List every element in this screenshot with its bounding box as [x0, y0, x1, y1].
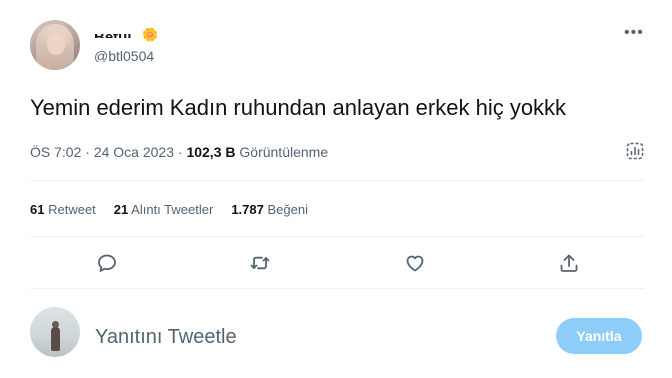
- likes-count: 1.787: [231, 202, 264, 217]
- heart-icon[interactable]: [404, 252, 426, 274]
- likes-label: Beğeni: [267, 202, 308, 217]
- analytics-icon[interactable]: [626, 142, 644, 160]
- likes-stat[interactable]: 1.787 Beğeni: [231, 202, 308, 217]
- tweet-date[interactable]: 24 Oca 2023: [94, 144, 174, 160]
- tweet-time[interactable]: ÖS 7:02: [30, 144, 81, 160]
- quotes-stat[interactable]: 21 Alıntı Tweetler: [114, 202, 214, 217]
- reply-button[interactable]: Yanıtla: [556, 318, 642, 354]
- retweet-icon[interactable]: [249, 252, 271, 274]
- quotes-label: Alıntı Tweetler: [131, 202, 214, 217]
- quotes-count: 21: [113, 202, 129, 217]
- reply-icon[interactable]: [96, 252, 118, 274]
- avatar-face: [47, 33, 65, 55]
- divider-top: [30, 180, 644, 181]
- meta-separator-2: ·: [177, 144, 183, 160]
- retweets-count: 61: [30, 202, 45, 217]
- views-count: 102,3 B: [186, 144, 236, 160]
- avatar-figure-body: [51, 327, 60, 351]
- divider-stats: [30, 236, 644, 237]
- author-handle[interactable]: @btl0504: [94, 50, 154, 62]
- tweet-stats: 61 Retweet 21 Alıntı Tweetler 1.787 Beğeni: [30, 202, 308, 217]
- author-avatar[interactable]: [30, 20, 80, 70]
- tweet-text: Yemin ederim Kadın ruhundan anlayan erke…: [30, 95, 567, 120]
- current-user-avatar[interactable]: [30, 307, 80, 357]
- meta-separator: ·: [85, 144, 90, 160]
- author-display-name[interactable]: Betül: [94, 34, 132, 38]
- retweets-stat[interactable]: 61 Retweet: [30, 202, 96, 217]
- divider-actions: [30, 288, 644, 289]
- retweets-label: Retweet: [48, 202, 96, 217]
- more-icon[interactable]: •••: [624, 25, 644, 41]
- tweet-meta: ÖS 7:02 · 24 Oca 2023 · 102,3 B Görüntül…: [30, 144, 328, 160]
- reply-input[interactable]: Yanıtını Tweetle: [95, 326, 237, 349]
- flower-emoji-icon: 🌼: [142, 27, 159, 42]
- share-icon[interactable]: [558, 252, 580, 274]
- views-label: Görüntülenme: [239, 144, 329, 160]
